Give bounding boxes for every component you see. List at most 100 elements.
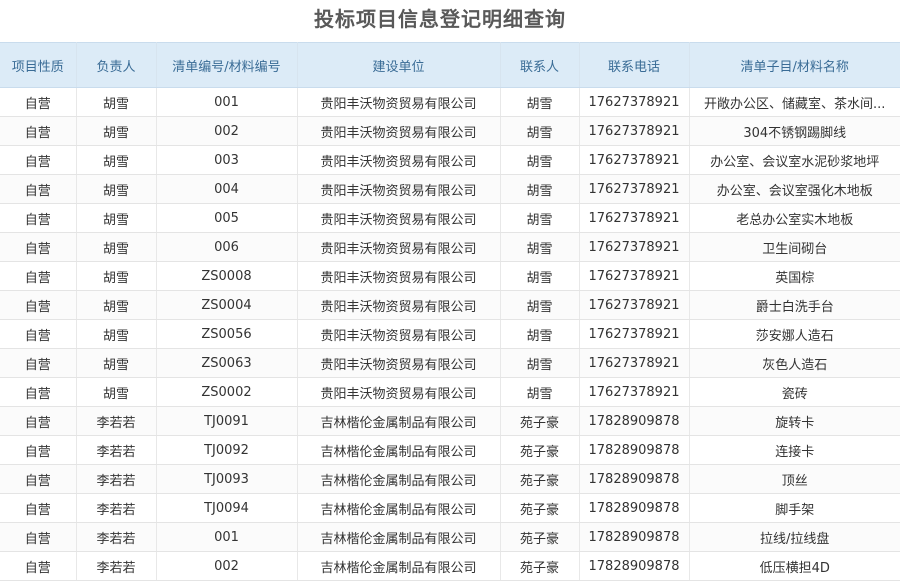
cell-project-type: 自营 — [0, 290, 77, 320]
table-row[interactable]: 自营 胡雪 ZS0008 贵阳丰沃物资贸易有限公司 胡雪 17627378921 英国棕 — [0, 261, 900, 291]
table-row[interactable]: 自营 李若若 TJ0091 吉林楷伦金属制品有限公司 苑子豪 17828909878 旋转卡 — [0, 406, 900, 436]
table-row[interactable]: 自营 胡雪 005 贵阳丰沃物资贸易有限公司 胡雪 17627378921 老总办公室实木地… — [0, 203, 900, 233]
cell-project-type: 自营 — [0, 406, 77, 436]
table-row[interactable]: 自营 胡雪 ZS0002 贵阳丰沃物资贸易有限公司 胡雪 17627378921 瓷砖 — [0, 377, 900, 407]
cell-contact: 苑子豪 — [500, 435, 580, 465]
cell-phone: 17627378921 — [579, 319, 690, 349]
cell-owner: 胡雪 — [76, 232, 157, 262]
detail-table: 项目性质 负责人 清单编号/材料编号 建设单位 联系人 联系电话 清单子目/材料名称 自营胡… — [0, 42, 900, 581]
table-row[interactable]: 自营 胡雪 003 贵阳丰沃物资贸易有限公司 胡雪 17627378921 办公室、会议室水… — [0, 145, 900, 175]
cell-owner: 胡雪 — [76, 203, 157, 233]
cell-contact: 胡雪 — [500, 232, 580, 262]
column-project-type-header[interactable]: 项目性质 — [0, 42, 77, 88]
table-row[interactable]: 自营 胡雪 002 贵阳丰沃物资贸易有限公司 胡雪 17627378921 304不锈钢踢脚… — [0, 116, 900, 146]
cell-project-type: 自营 — [0, 319, 77, 349]
cell-item-name: 办公室、会议室水泥砂浆地坪 — [689, 145, 900, 175]
cell-project-type: 自营 — [0, 87, 77, 117]
cell-owner: 李若若 — [76, 435, 157, 465]
cell-item-code: TJ0093 — [156, 464, 298, 494]
cell-item-name: 瓷砖 — [689, 377, 900, 407]
table-row[interactable]: 自营 胡雪 ZS0063 贵阳丰沃物资贸易有限公司 胡雪 17627378921 灰色人造石 — [0, 348, 900, 378]
cell-builder: 吉林楷伦金属制品有限公司 — [297, 435, 501, 465]
table-row[interactable]: 自营 胡雪 ZS0056 贵阳丰沃物资贸易有限公司 胡雪 17627378921 莎安娜人造… — [0, 319, 900, 349]
cell-item-code: 004 — [156, 174, 298, 204]
cell-builder: 贵阳丰沃物资贸易有限公司 — [297, 290, 501, 320]
table-row[interactable]: 自营 胡雪 ZS0004 贵阳丰沃物资贸易有限公司 胡雪 17627378921 爵士白洗手… — [0, 290, 900, 320]
table-body: 自营 胡雪 001 贵阳丰沃物资贸易有限公司 胡雪 17627378921 开敞办公区、储藏… — [0, 87, 900, 581]
cell-project-type: 自营 — [0, 261, 77, 291]
cell-item-name: 脚手架 — [689, 493, 900, 523]
cell-contact: 胡雪 — [500, 87, 580, 117]
table-container: 项目性质 负责人 清单编号/材料编号 建设单位 联系人 联系电话 清单子目/材料名称 自营胡… — [0, 42, 900, 581]
cell-project-type: 自营 — [0, 116, 77, 146]
cell-owner: 胡雪 — [76, 377, 157, 407]
cell-builder: 吉林楷伦金属制品有限公司 — [297, 406, 501, 436]
header-row: 项目性质 负责人 清单编号/材料编号 建设单位 联系人 联系电话 清单子目/材料名称 — [0, 42, 900, 88]
cell-item-code: ZS0063 — [156, 348, 298, 378]
cell-builder: 贵阳丰沃物资贸易有限公司 — [297, 174, 501, 204]
cell-contact: 胡雪 — [500, 203, 580, 233]
cell-item-code: 005 — [156, 203, 298, 233]
cell-builder: 贵阳丰沃物资贸易有限公司 — [297, 116, 501, 146]
cell-phone: 17627378921 — [579, 145, 690, 175]
cell-contact: 胡雪 — [500, 145, 580, 175]
cell-project-type: 自营 — [0, 435, 77, 465]
cell-phone: 17627378921 — [579, 261, 690, 291]
column-item-name-header[interactable]: 清单子目/材料名称 — [689, 42, 900, 88]
cell-contact: 胡雪 — [500, 261, 580, 291]
cell-owner: 胡雪 — [76, 87, 157, 117]
cell-builder: 吉林楷伦金属制品有限公司 — [297, 464, 501, 494]
column-builder-header[interactable]: 建设单位 — [297, 42, 501, 88]
cell-phone: 17627378921 — [579, 116, 690, 146]
cell-owner: 胡雪 — [76, 290, 157, 320]
cell-phone: 17627378921 — [579, 290, 690, 320]
table-row[interactable]: 自营 李若若 TJ0094 吉林楷伦金属制品有限公司 苑子豪 17828909878 脚手架 — [0, 493, 900, 523]
table-row[interactable]: 自营 胡雪 001 贵阳丰沃物资贸易有限公司 胡雪 17627378921 开敞办公区、储藏… — [0, 87, 900, 117]
table-row[interactable]: 自营 李若若 TJ0093 吉林楷伦金属制品有限公司 苑子豪 17828909878 顶丝 — [0, 464, 900, 494]
cell-builder: 贵阳丰沃物资贸易有限公司 — [297, 203, 501, 233]
cell-builder: 贵阳丰沃物资贸易有限公司 — [297, 87, 501, 117]
cell-project-type: 自营 — [0, 551, 77, 581]
cell-item-name: 爵士白洗手台 — [689, 290, 900, 320]
column-contact-header[interactable]: 联系人 — [500, 42, 580, 88]
cell-phone: 17627378921 — [579, 377, 690, 407]
cell-builder: 贵阳丰沃物资贸易有限公司 — [297, 377, 501, 407]
table-row[interactable]: 自营 李若若 001 吉林楷伦金属制品有限公司 苑子豪 17828909878 拉线/拉线盘 — [0, 522, 900, 552]
cell-project-type: 自营 — [0, 203, 77, 233]
cell-phone: 17627378921 — [579, 174, 690, 204]
cell-item-name: 灰色人造石 — [689, 348, 900, 378]
cell-item-code: TJ0091 — [156, 406, 298, 436]
cell-item-code: 003 — [156, 145, 298, 175]
table-row[interactable]: 自营 李若若 TJ0092 吉林楷伦金属制品有限公司 苑子豪 17828909878 连接卡 — [0, 435, 900, 465]
cell-builder: 贵阳丰沃物资贸易有限公司 — [297, 319, 501, 349]
column-item-code-header[interactable]: 清单编号/材料编号 — [156, 42, 298, 88]
table-row[interactable]: 自营 李若若 002 吉林楷伦金属制品有限公司 苑子豪 17828909878 低压横担4D — [0, 551, 900, 581]
cell-phone: 17627378921 — [579, 348, 690, 378]
cell-item-name: 老总办公室实木地板 — [689, 203, 900, 233]
cell-owner: 李若若 — [76, 464, 157, 494]
cell-project-type: 自营 — [0, 493, 77, 523]
cell-owner: 胡雪 — [76, 348, 157, 378]
table-row[interactable]: 自营 胡雪 004 贵阳丰沃物资贸易有限公司 胡雪 17627378921 办公室、会议室强… — [0, 174, 900, 204]
cell-item-code: 002 — [156, 551, 298, 581]
cell-item-code: ZS0004 — [156, 290, 298, 320]
cell-item-code: 001 — [156, 522, 298, 552]
cell-contact: 苑子豪 — [500, 406, 580, 436]
cell-phone: 17828909878 — [579, 493, 690, 523]
cell-contact: 胡雪 — [500, 319, 580, 349]
cell-phone: 17828909878 — [579, 406, 690, 436]
column-phone-header[interactable]: 联系电话 — [579, 42, 690, 88]
cell-project-type: 自营 — [0, 145, 77, 175]
cell-contact: 胡雪 — [500, 290, 580, 320]
cell-item-code: TJ0094 — [156, 493, 298, 523]
cell-builder: 贵阳丰沃物资贸易有限公司 — [297, 348, 501, 378]
cell-project-type: 自营 — [0, 464, 77, 494]
cell-item-code: ZS0008 — [156, 261, 298, 291]
table-row[interactable]: 自营 胡雪 006 贵阳丰沃物资贸易有限公司 胡雪 17627378921 卫生间砌台 — [0, 232, 900, 262]
cell-phone: 17828909878 — [579, 464, 690, 494]
cell-owner: 胡雪 — [76, 261, 157, 291]
cell-item-name: 卫生间砌台 — [689, 232, 900, 262]
column-owner-header[interactable]: 负责人 — [76, 42, 157, 88]
cell-project-type: 自营 — [0, 174, 77, 204]
cell-owner: 李若若 — [76, 493, 157, 523]
